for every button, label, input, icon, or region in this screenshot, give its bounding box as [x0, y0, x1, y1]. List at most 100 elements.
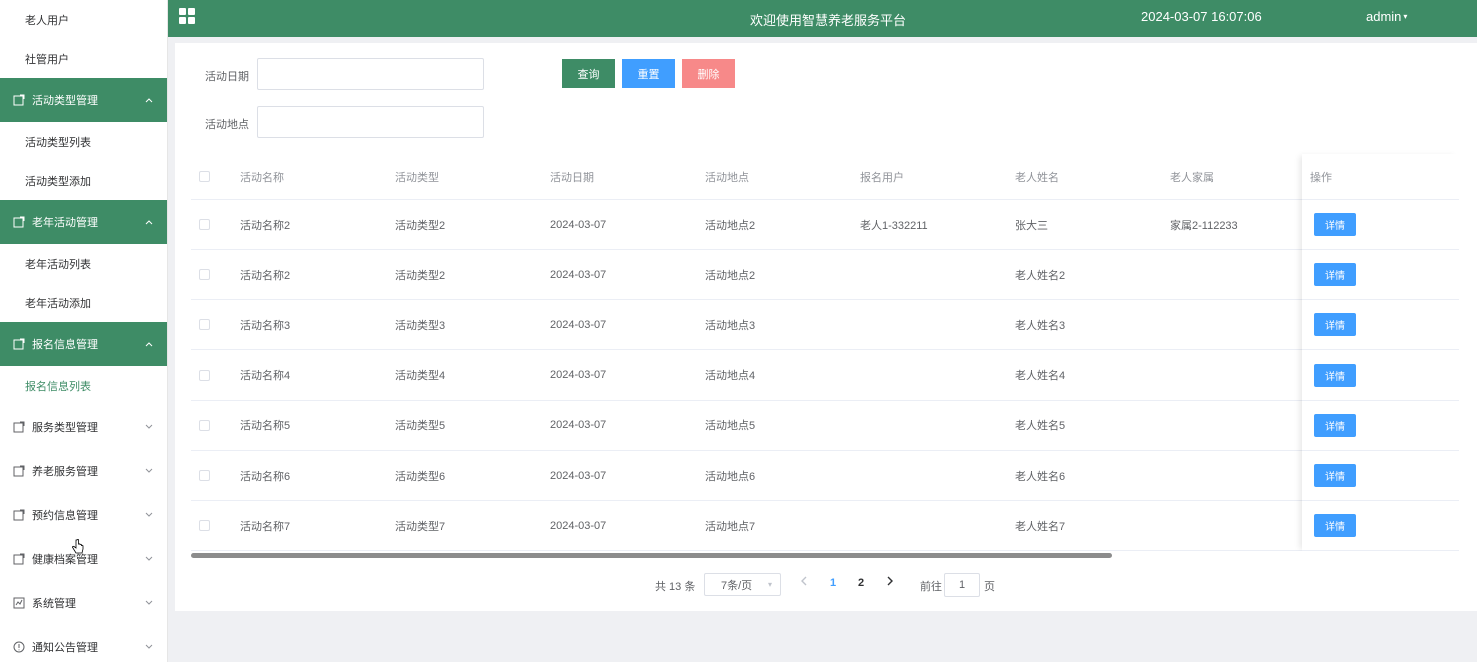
table-cell: 2024-03-07 [550, 369, 607, 382]
total-count: 共 13 条 [655, 581, 696, 593]
row-checkbox[interactable] [199, 200, 210, 249]
row-checkbox[interactable] [199, 300, 210, 349]
sidebar-group-label: 系统管理 [32, 598, 76, 610]
table-cell: 活动地点2 [705, 219, 756, 232]
sidebar-item-top-1[interactable]: 社管用户 [0, 39, 167, 78]
detail-button[interactable]: 详情 [1314, 313, 1356, 337]
table-row: 活动名称7 活动类型7 2024-03-07 活动地点7 老人姓名7 [191, 501, 1459, 552]
table-cell: 2024-03-07 [550, 469, 607, 482]
sidebar-item-g1-1[interactable]: 老年活动添加 [0, 283, 167, 322]
table-cell: 老人姓名4 [1015, 370, 1066, 383]
table-cell: 活动地点7 [705, 520, 756, 533]
main-panel: 活动日期 活动地点 查询 重置 删除 活动名称 活动类型 活动日期 活动地点 报名用户老… [175, 43, 1477, 611]
row-checkbox[interactable] [199, 250, 210, 299]
table-cell: 活动名称2 [240, 219, 291, 232]
sidebar-group-label: 通知公告管理 [32, 642, 98, 654]
chevron-down-icon [145, 644, 153, 650]
table-row: 活动名称2 活动类型2 2024-03-07 活动地点2 老人姓名2 [191, 250, 1459, 301]
page-number-1[interactable]: 1 [830, 577, 836, 589]
table-cell: 活动地点5 [705, 420, 756, 433]
column-header: 报名用户 [860, 171, 904, 184]
sidebar-group-label: 健康档案管理 [32, 554, 98, 566]
sidebar-item-label: 社管用户 [25, 53, 69, 66]
folder-icon [12, 94, 25, 107]
sidebar: 老人用户社管用户活动类型管理 活动类型列表 活动类型添加老年活动管理老年活动列表 老年… [0, 0, 168, 662]
delete-button[interactable]: 删除 [682, 59, 735, 88]
column-header: 老人姓名 [1015, 171, 1059, 184]
detail-button[interactable]: 详情 [1314, 213, 1356, 236]
caret-down-icon: ▾ [1403, 12, 1408, 21]
chart-icon [12, 597, 25, 610]
page-number-2[interactable]: 2 [858, 577, 864, 589]
sidebar-item-g0-0[interactable]: 活动类型列表 [0, 122, 167, 161]
hand-cursor-icon [72, 538, 84, 558]
page-size-select[interactable]: 7条/页 ▾ [704, 573, 781, 596]
table-cell: 活动名称7 [240, 520, 291, 533]
sidebar-group-label: 老年活动管理 [32, 217, 98, 229]
table-header-row: 活动名称 活动类型 活动日期 活动地点 报名用户 老人姓名 老人家属 [191, 154, 1459, 200]
sidebar-group-label: 养老服务管理 [32, 466, 98, 478]
table-cell: 活动地点6 [705, 470, 756, 483]
query-button[interactable]: 查询 [562, 59, 615, 88]
select-all-checkbox[interactable] [199, 154, 210, 199]
table-row: 活动名称4 活动类型4 2024-03-07 活动地点4 老人姓名4 [191, 351, 1459, 401]
horizontal-scrollbar[interactable] [191, 551, 1459, 559]
pagination: 共 13 条 7条/页 ▾ 1 2 前往 页 [175, 572, 1477, 598]
row-checkbox[interactable] [199, 351, 210, 400]
table-cell: 活动名称5 [240, 420, 291, 433]
user-menu[interactable]: admin ▾ [1366, 9, 1407, 24]
row-checkbox[interactable] [199, 501, 210, 550]
sidebar-item-g2-0[interactable]: 报名信息列表 [0, 366, 167, 405]
sidebar-group-label: 报名信息管理 [32, 339, 98, 351]
table-cell: 活动类型6 [395, 470, 446, 483]
chevron-down-icon: ▾ [767, 580, 772, 589]
detail-button[interactable]: 详情 [1314, 413, 1356, 437]
sidebar-group-g4[interactable]: 养老服务管理 [0, 449, 167, 493]
goto-page-input[interactable] [944, 573, 980, 597]
sidebar-item-g1-0[interactable]: 老年活动列表 [0, 244, 167, 283]
table-cell: 活动类型7 [395, 520, 446, 533]
row-checkbox[interactable] [199, 401, 210, 450]
sidebar-group-g2[interactable]: 报名信息管理 [0, 322, 167, 366]
sidebar-item-top-0[interactable]: 老人用户 [0, 0, 167, 39]
sidebar-group-g3[interactable]: 服务类型管理 [0, 405, 167, 449]
chevron-up-icon [145, 97, 153, 103]
table-cell: 2024-03-07 [550, 218, 607, 231]
table-cell: 活动类型2 [395, 269, 446, 282]
column-header-action: 操作 [1310, 171, 1332, 184]
top-header: 欢迎使用智慧养老服务平台 2024-03-07 16:07:06 admin ▾ [168, 0, 1477, 37]
table-cell: 活动类型2 [395, 219, 446, 232]
page-size-value: 7条/页 [721, 579, 753, 592]
sidebar-group-g0[interactable]: 活动类型管理 [0, 78, 167, 122]
column-header: 老人家属 [1170, 171, 1214, 184]
table-cell: 2024-03-07 [550, 519, 607, 532]
detail-button[interactable]: 详情 [1314, 263, 1356, 287]
date-input[interactable] [257, 58, 484, 90]
sidebar-group-g7[interactable]: 系统管理 [0, 581, 167, 625]
table-row: 活动名称3 活动类型3 2024-03-07 活动地点3 老人姓名3 [191, 300, 1459, 351]
place-label: 活动地点 [205, 119, 249, 131]
chevron-down-icon [145, 600, 153, 606]
sidebar-group-g8[interactable]: 通知公告管理 [0, 625, 167, 662]
column-header: 活动日期 [550, 171, 594, 184]
sidebar-group-g5[interactable]: 预约信息管理 [0, 493, 167, 537]
detail-button[interactable]: 详情 [1314, 363, 1356, 387]
chevron-up-icon [145, 219, 153, 225]
prev-page-icon[interactable] [800, 576, 808, 589]
table-cell: 活动地点2 [705, 269, 756, 282]
sidebar-item-g0-1[interactable]: 活动类型添加 [0, 161, 167, 200]
table-cell: 活动类型4 [395, 370, 446, 383]
row-checkbox[interactable] [199, 451, 210, 500]
place-input[interactable] [257, 106, 484, 138]
column-header: 活动地点 [705, 171, 749, 184]
menu-toggle-icon[interactable] [179, 8, 196, 25]
detail-button[interactable]: 详情 [1314, 464, 1356, 487]
sidebar-group-g1[interactable]: 老年活动管理 [0, 200, 167, 244]
chevron-down-icon [145, 556, 153, 562]
detail-button[interactable]: 详情 [1314, 514, 1356, 538]
next-page-icon[interactable] [886, 576, 894, 589]
table-cell: 活动名称3 [240, 319, 291, 332]
scrollbar-thumb[interactable] [191, 553, 1112, 558]
reset-button[interactable]: 重置 [622, 59, 675, 88]
chevron-up-icon [145, 341, 153, 347]
